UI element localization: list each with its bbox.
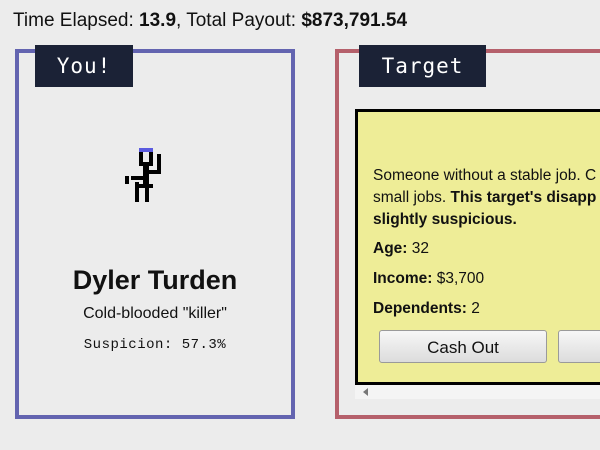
target-description: Someone without a stable job. C small jo… [373,165,600,231]
age-label: Age: [373,240,408,257]
suspicion-readout: Suspicion: 57.3% [83,337,227,353]
time-elapsed-label: Time Elapsed: [13,10,134,31]
dependents-label: Dependents: [373,300,467,317]
target-info-panel: Someone without a stable job. C small jo… [355,109,600,385]
age-value: 32 [411,240,430,257]
player-sprite-icon [125,148,169,204]
target-income-row: Income: $3,700 [373,270,484,288]
dependents-value: 2 [471,300,480,317]
description-line-2: small jobs. [373,189,447,206]
player-name: Dyler Turden [72,265,238,295]
total-payout-value: $873,791.54 [301,10,408,31]
horizontal-scrollbar[interactable] [355,385,600,399]
target-dependents-row: Dependents: 2 [373,300,480,318]
player-card: You! Dyler Turden Cold-blooded "killer" … [15,45,295,419]
income-label: Income: [373,270,433,287]
description-line-1: Someone without a stable job. C [373,167,597,184]
scroll-left-icon[interactable] [363,388,368,396]
player-subtitle: Cold-blooded "killer" [83,305,227,322]
total-payout-label: Total Payout: [186,10,297,31]
player-tab: You! [35,45,133,87]
target-card: Target Someone without a stable job. C s… [335,45,600,419]
secondary-button[interactable] [558,330,600,363]
target-age-row: Age: 32 [373,240,429,258]
time-elapsed-value: 13.9 [139,10,177,31]
target-tab: Target [359,45,486,87]
income-value: $3,700 [436,270,485,287]
warning-text: This target's disapp [450,189,597,206]
warning-text-line-2: slightly suspicious. [373,211,517,228]
cash-out-button[interactable]: Cash Out [379,330,547,363]
status-bar: Time Elapsed: 13.9, Total Payout: $873,7… [13,10,408,31]
game-screen: Time Elapsed: 13.9, Total Payout: $873,7… [0,0,600,450]
